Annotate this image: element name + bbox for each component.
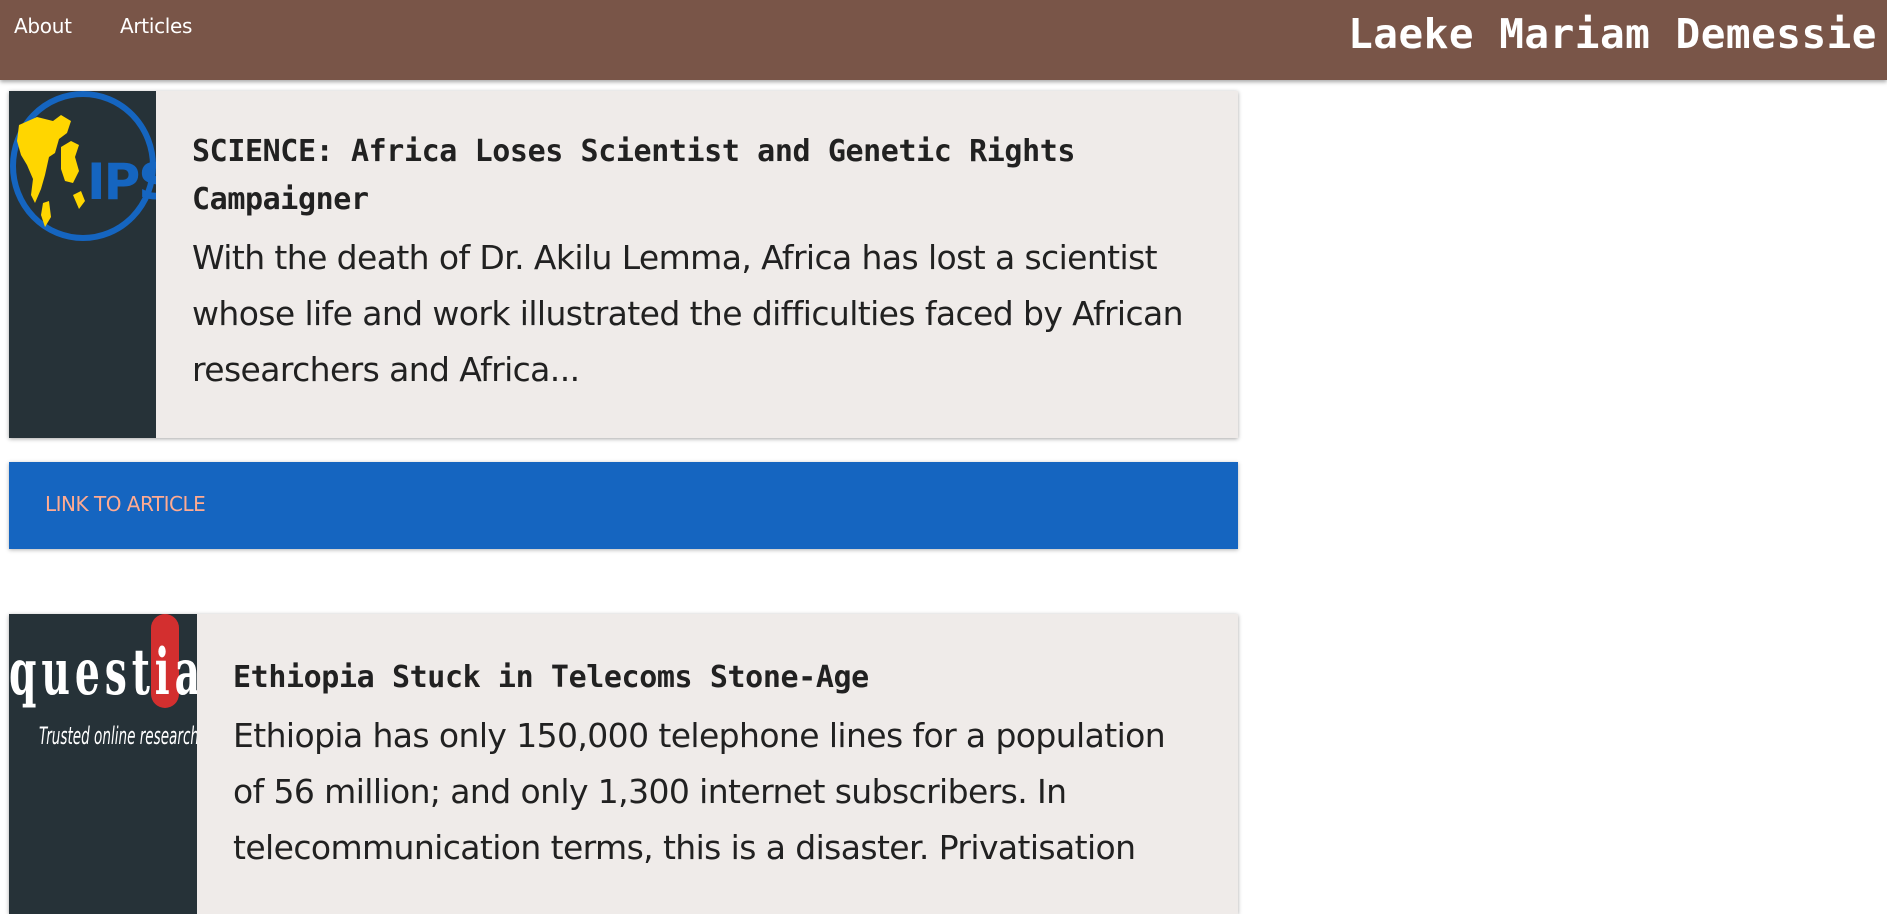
article-excerpt: With the death of Dr. Akilu Lemma, Afric… bbox=[192, 238, 1184, 389]
article-thumbnail: questia Trusted online research bbox=[9, 614, 197, 914]
article-title: SCIENCE: Africa Loses Scientist and Gene… bbox=[192, 134, 1076, 217]
article-thumbnail: IPS bbox=[9, 91, 156, 438]
article-content: SCIENCE: Africa Loses Scientist and Gene… bbox=[192, 128, 1198, 398]
nav-link-articles[interactable]: Articles bbox=[120, 14, 192, 38]
link-to-article-button[interactable]: LINK TO ARTICLE bbox=[45, 492, 206, 516]
article-excerpt: Ethiopia has only 150,000 telephone line… bbox=[233, 716, 1166, 867]
svg-text:IPS: IPS bbox=[87, 153, 156, 211]
nav-link-about[interactable]: About bbox=[14, 14, 72, 38]
article-card: questia Trusted online research Ethiopia… bbox=[9, 614, 1238, 914]
article-title: Ethiopia Stuck in Telecoms Stone-Age bbox=[233, 660, 869, 695]
article-card: IPS SCIENCE: Africa Loses Scientist and … bbox=[9, 91, 1238, 438]
svg-text:Trusted online research: Trusted online research bbox=[39, 722, 197, 750]
article-content: Ethiopia Stuck in Telecoms Stone-Age Eth… bbox=[233, 654, 1198, 876]
questia-logo-icon: questia Trusted online research bbox=[9, 614, 197, 750]
ips-logo-icon: IPS bbox=[10, 91, 156, 241]
top-navbar: About Articles Laeke Mariam Demessie bbox=[0, 0, 1887, 80]
site-title: Laeke Mariam Demessie bbox=[1348, 10, 1877, 58]
svg-text:questia: questia bbox=[9, 635, 197, 710]
article-link-bar: LINK TO ARTICLE bbox=[9, 462, 1238, 549]
